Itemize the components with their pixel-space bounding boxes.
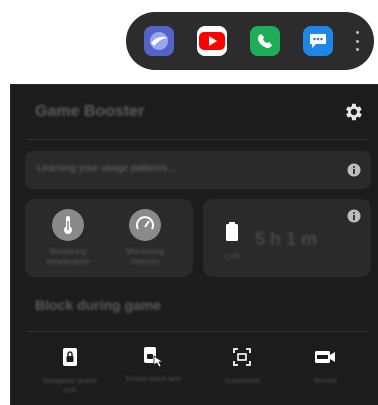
block-during-game-title: Block during game <box>35 297 162 313</box>
battery-left-label: Left <box>225 251 241 261</box>
learning-card: Learning your usage patterns... <box>25 151 371 189</box>
screen-touch-lock-button[interactable]: Screen touch lock <box>122 345 184 384</box>
record-button[interactable]: Record <box>294 347 356 386</box>
youtube-icon[interactable] <box>197 26 227 56</box>
lock-icon <box>63 348 77 366</box>
touch-lock-icon <box>144 347 165 368</box>
thermometer-icon <box>52 209 84 241</box>
divider <box>27 331 368 332</box>
info-icon[interactable] <box>347 163 361 177</box>
pinned-apps-bar <box>126 12 374 70</box>
screenshot-button[interactable]: Screenshot <box>211 347 273 386</box>
page-title: Game Booster <box>35 103 145 120</box>
battery-time-value: 5 h 1 m <box>255 229 318 249</box>
tool-label: Record <box>313 378 337 385</box>
monitoring-card: Monitoring temperature Monitoring memory <box>25 199 193 277</box>
battery-card: Left 5 h 1 m <box>203 199 371 277</box>
memory-label: Monitoring memory <box>126 247 164 266</box>
info-icon[interactable] <box>347 209 361 223</box>
speedometer-icon <box>129 209 161 241</box>
settings-gear-icon[interactable] <box>342 101 364 123</box>
record-icon <box>315 351 335 363</box>
divider <box>27 139 368 140</box>
samsung-internet-icon[interactable] <box>144 26 174 56</box>
tool-label: Screenshot <box>224 378 260 385</box>
navigation-lock-button[interactable]: Navigation button lock <box>39 347 101 395</box>
temperature-label: Monitoring temperature <box>46 247 90 266</box>
messages-icon[interactable] <box>303 26 333 56</box>
game-booster-panel: Game Booster Learning your usage pattern… <box>10 84 378 405</box>
learning-text: Learning your usage patterns... <box>37 163 176 174</box>
tool-label: Navigation button lock <box>42 378 98 394</box>
tool-label: Screen touch lock <box>125 376 181 383</box>
screenshot-icon <box>233 348 251 366</box>
battery-icon <box>226 222 238 241</box>
phone-icon[interactable] <box>250 26 280 56</box>
more-options-icon[interactable] <box>354 31 360 51</box>
